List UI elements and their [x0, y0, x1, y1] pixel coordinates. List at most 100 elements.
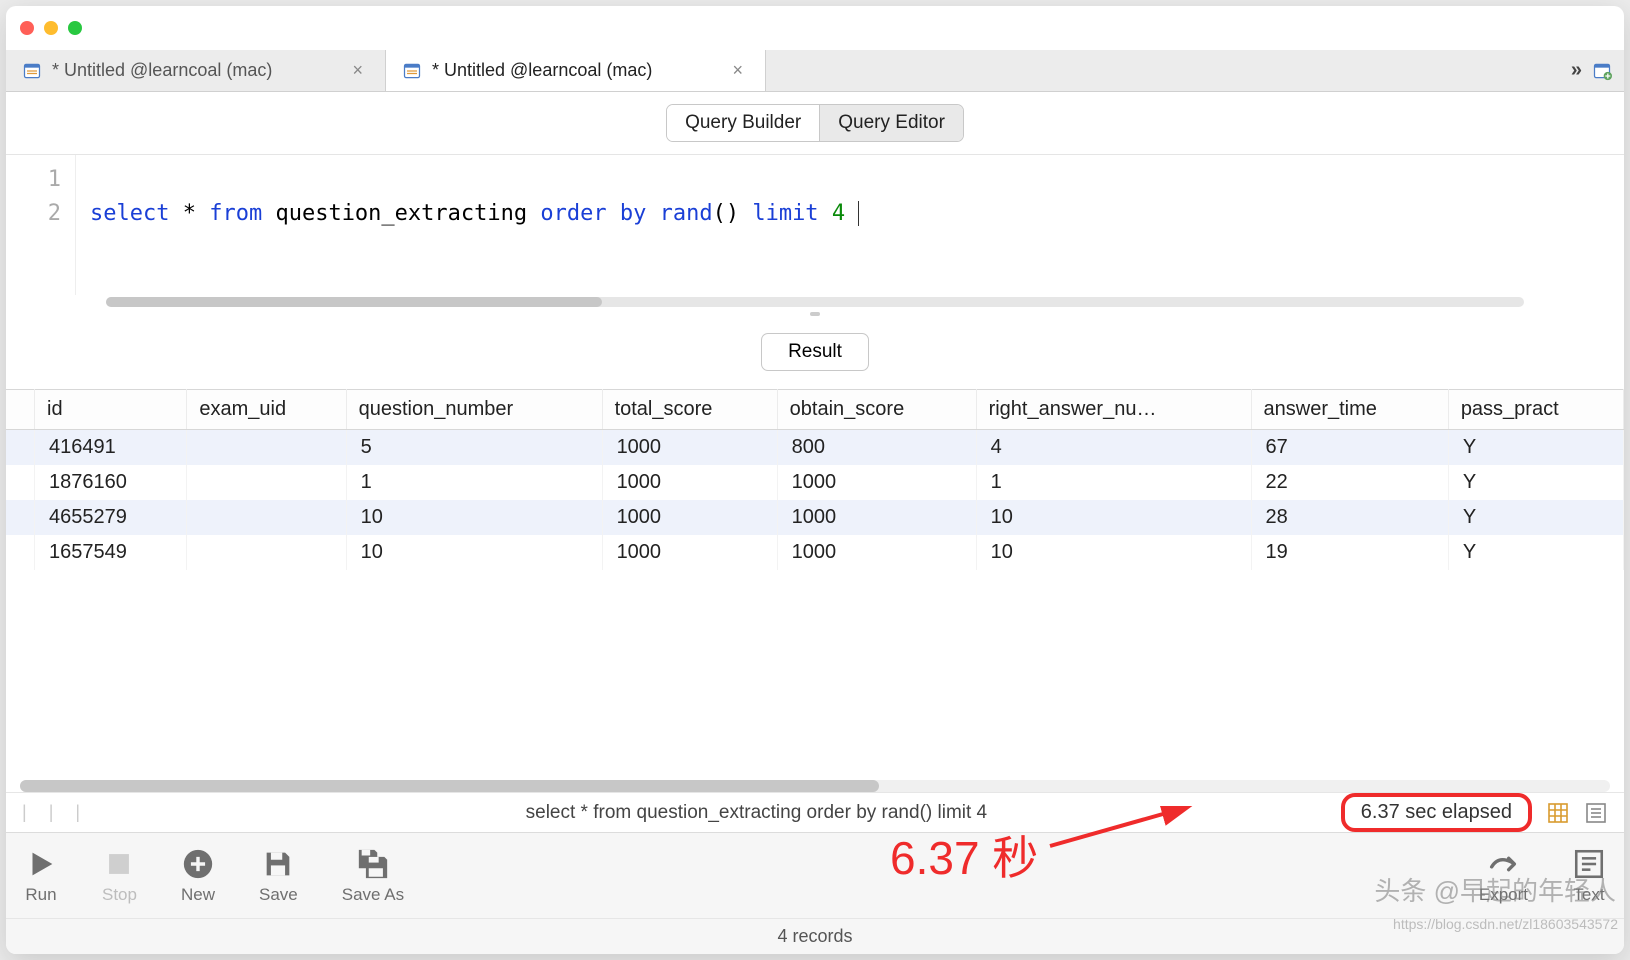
save-label: Save — [259, 885, 298, 905]
sql-editor[interactable]: 1 2 select * from question_extracting or… — [6, 155, 1624, 295]
text-icon — [1572, 847, 1606, 881]
tab-query-1[interactable]: * Untitled @learncoal (mac) × — [6, 50, 386, 91]
cell[interactable] — [187, 430, 346, 466]
cell[interactable]: Y — [1448, 430, 1623, 466]
column-header[interactable]: question_number — [346, 390, 602, 430]
cell[interactable]: 1000 — [777, 535, 976, 570]
cell[interactable]: 4655279 — [35, 500, 187, 535]
floppy-multi-icon — [356, 847, 390, 881]
cell[interactable]: 416491 — [35, 430, 187, 466]
cell[interactable]: 67 — [1251, 430, 1448, 466]
save-as-button[interactable]: Save As — [342, 847, 404, 905]
cell[interactable]: 1000 — [777, 500, 976, 535]
run-label: Run — [25, 885, 56, 905]
cell[interactable]: 1000 — [602, 430, 777, 466]
cell[interactable]: 5 — [346, 430, 602, 466]
cell[interactable] — [187, 535, 346, 570]
cell[interactable]: 10 — [346, 535, 602, 570]
plus-circle-icon — [181, 847, 215, 881]
stop-button: Stop — [102, 847, 137, 905]
query-file-icon — [22, 61, 42, 81]
status-query: select * from question_extracting order … — [172, 802, 1341, 824]
cell[interactable]: 1000 — [602, 500, 777, 535]
column-header[interactable]: total_score — [602, 390, 777, 430]
statusbar: ||| select * from question_extracting or… — [6, 792, 1624, 832]
column-header[interactable]: obtain_score — [777, 390, 976, 430]
table-row[interactable]: 1876160110001000122Y — [6, 465, 1624, 500]
text-label: Text — [1573, 885, 1604, 905]
run-button[interactable]: Run — [24, 847, 58, 905]
line-gutter: 1 2 — [6, 155, 76, 295]
cell[interactable]: 800 — [777, 430, 976, 466]
query-file-icon — [402, 61, 422, 81]
titlebar — [6, 6, 1624, 50]
results-grid[interactable]: idexam_uidquestion_numbertotal_scoreobta… — [6, 389, 1624, 774]
tab-result[interactable]: Result — [761, 333, 869, 371]
cell[interactable] — [187, 500, 346, 535]
cell[interactable]: 22 — [1251, 465, 1448, 500]
new-button[interactable]: New — [181, 847, 215, 905]
window-minimize-button[interactable] — [44, 21, 58, 35]
cell[interactable]: Y — [1448, 465, 1623, 500]
export-label: Export — [1479, 885, 1528, 905]
export-button[interactable]: Export — [1479, 847, 1528, 905]
column-header[interactable]: pass_pract — [1448, 390, 1623, 430]
cell[interactable]: 19 — [1251, 535, 1448, 570]
window-close-button[interactable] — [20, 21, 34, 35]
cell[interactable]: 10 — [346, 500, 602, 535]
text-button[interactable]: Text — [1572, 847, 1606, 905]
cell[interactable]: 10 — [976, 500, 1251, 535]
save-button[interactable]: Save — [259, 847, 298, 905]
sql-code[interactable]: select * from question_extracting order … — [76, 155, 1624, 295]
play-icon — [24, 847, 58, 881]
editor-horizontal-scrollbar[interactable] — [106, 297, 1524, 307]
cell[interactable]: 1876160 — [35, 465, 187, 500]
row-marker — [6, 430, 35, 466]
new-query-icon[interactable] — [1592, 61, 1612, 81]
window-zoom-button[interactable] — [68, 21, 82, 35]
column-header[interactable]: exam_uid — [187, 390, 346, 430]
tab-query-2[interactable]: * Untitled @learncoal (mac) × — [386, 50, 766, 91]
row-marker-header — [6, 390, 35, 430]
status-elapsed: 6.37 sec elapsed — [1341, 793, 1532, 832]
cell[interactable]: 28 — [1251, 500, 1448, 535]
table-row[interactable]: 165754910100010001019Y — [6, 535, 1624, 570]
tab-label: * Untitled @learncoal (mac) — [432, 60, 652, 81]
floppy-icon — [261, 847, 295, 881]
cell[interactable]: 4 — [976, 430, 1251, 466]
stop-label: Stop — [102, 885, 137, 905]
tabs-overflow-icon[interactable]: » — [1571, 59, 1582, 82]
stop-icon — [102, 847, 136, 881]
grid-horizontal-scrollbar[interactable] — [20, 780, 1610, 792]
new-label: New — [181, 885, 215, 905]
save-as-label: Save As — [342, 885, 404, 905]
tabbar: * Untitled @learncoal (mac) × * Untitled… — [6, 50, 1624, 92]
cell[interactable]: 1000 — [777, 465, 976, 500]
tab-label: * Untitled @learncoal (mac) — [52, 60, 272, 81]
cell[interactable]: Y — [1448, 535, 1623, 570]
column-header[interactable]: answer_time — [1251, 390, 1448, 430]
tab-query-builder[interactable]: Query Builder — [667, 105, 819, 141]
cell[interactable]: Y — [1448, 500, 1623, 535]
column-header[interactable]: right_answer_nu… — [976, 390, 1251, 430]
cell[interactable]: 1 — [346, 465, 602, 500]
row-marker — [6, 465, 35, 500]
table-row[interactable]: 465527910100010001028Y — [6, 500, 1624, 535]
table-row[interactable]: 416491 51000800467Y — [6, 430, 1624, 466]
cell[interactable] — [187, 465, 346, 500]
grid-view-icon[interactable] — [1546, 801, 1570, 825]
cell[interactable]: 1657549 — [35, 535, 187, 570]
close-icon[interactable]: × — [726, 58, 749, 83]
form-view-icon[interactable] — [1584, 801, 1608, 825]
cell[interactable]: 1000 — [602, 465, 777, 500]
panel-splitter[interactable] — [6, 309, 1624, 319]
cell[interactable]: 1000 — [602, 535, 777, 570]
bottom-toolbar: Run Stop New Save Save As Export Text — [6, 832, 1624, 918]
close-icon[interactable]: × — [346, 58, 369, 83]
cell[interactable]: 10 — [976, 535, 1251, 570]
cell[interactable]: 1 — [976, 465, 1251, 500]
view-switcher: Query Builder Query Editor — [6, 92, 1624, 155]
column-header[interactable]: id — [35, 390, 187, 430]
record-count: 4 records — [6, 918, 1624, 954]
tab-query-editor[interactable]: Query Editor — [819, 105, 963, 141]
